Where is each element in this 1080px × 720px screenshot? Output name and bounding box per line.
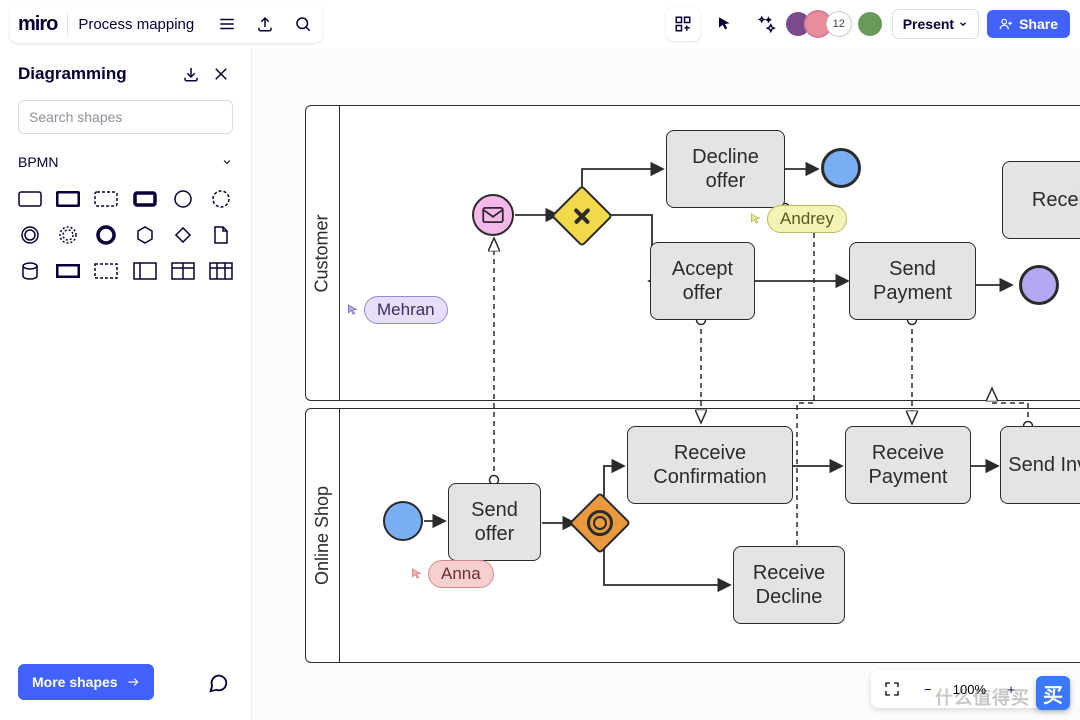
task-receive-confirmation[interactable]: Receive Confirmation <box>627 426 793 504</box>
shape-palette <box>0 176 251 294</box>
panel-title: Diagramming <box>18 64 173 84</box>
shape-subprocess[interactable] <box>52 256 84 286</box>
arrow-right-icon <box>126 675 140 689</box>
task-receive-payment[interactable]: Receive Payment <box>845 426 971 504</box>
shape-circle[interactable] <box>167 184 199 214</box>
avatar-more-count[interactable]: 12 <box>826 11 852 37</box>
task-send-payment[interactable]: Send Payment <box>849 242 976 320</box>
shape-table-2[interactable] <box>167 256 199 286</box>
zoom-in-button[interactable]: + <box>996 674 1026 704</box>
shape-rect-bold[interactable] <box>52 184 84 214</box>
share-label: Share <box>1019 16 1058 32</box>
task-receive-decline[interactable]: Receive Decline <box>733 546 845 624</box>
search-shapes-input[interactable]: Search shapes <box>18 100 233 134</box>
apps-icon[interactable] <box>666 7 700 41</box>
pool-label-shop: Online Shop <box>306 409 340 662</box>
shape-rect[interactable] <box>14 184 46 214</box>
shape-subprocess-dashed[interactable] <box>90 256 122 286</box>
shape-circle-dashed[interactable] <box>205 184 237 214</box>
corner-badge[interactable]: 买 <box>1036 676 1070 710</box>
search-icon[interactable] <box>286 7 320 41</box>
cursor-label: Anna <box>428 560 494 588</box>
canvas[interactable]: Customer Online Shop <box>252 48 1080 720</box>
top-bar: miro Process mapping 12 Present Share <box>0 0 1080 48</box>
intermediate-event-purple[interactable] <box>1019 265 1059 305</box>
chevron-down-icon <box>958 19 968 29</box>
more-shapes-label: More shapes <box>32 674 118 690</box>
close-icon[interactable] <box>209 62 233 86</box>
diagramming-panel: Diagramming Search shapes BPMN More shap… <box>0 48 252 720</box>
cursor-mehran: Mehran <box>346 296 448 324</box>
share-button[interactable]: Share <box>987 10 1070 38</box>
task-decline-offer[interactable]: Decline offer <box>666 130 785 208</box>
gateway-exclusive[interactable] <box>560 194 604 238</box>
task-send-offer[interactable]: Send offer <box>448 483 541 561</box>
shape-ring[interactable] <box>90 220 122 250</box>
pool-label-customer: Customer <box>306 106 340 400</box>
task-accept-offer[interactable]: Accept offer <box>650 242 755 320</box>
collaborator-avatars[interactable]: 12 <box>792 10 884 38</box>
cursor-anna: Anna <box>410 560 494 588</box>
cursor-icon <box>410 567 424 581</box>
end-event-blue[interactable] <box>821 148 861 188</box>
shape-subprocess-left[interactable] <box>129 256 161 286</box>
task-receive-top[interactable]: Receiv <box>1002 161 1080 239</box>
shape-rect-dashed[interactable] <box>90 184 122 214</box>
zoom-out-button[interactable]: − <box>913 674 943 704</box>
export-icon[interactable] <box>248 7 282 41</box>
category-bpmn[interactable]: BPMN <box>0 148 251 176</box>
cursor-label: Mehran <box>364 296 448 324</box>
import-icon[interactable] <box>179 62 203 86</box>
menu-icon[interactable] <box>210 7 244 41</box>
miro-logo[interactable]: miro <box>12 13 63 36</box>
message-start-event[interactable] <box>472 194 514 236</box>
gateway-event-based[interactable] <box>578 501 622 545</box>
category-label: BPMN <box>18 154 221 170</box>
shape-diamond[interactable] <box>167 220 199 250</box>
zoom-level[interactable]: 100% <box>949 682 990 697</box>
chevron-down-icon <box>221 156 233 168</box>
shape-double-circle[interactable] <box>14 220 46 250</box>
cursor-icon <box>749 212 763 226</box>
cursor-label: Andrey <box>767 205 847 233</box>
comments-icon[interactable] <box>203 668 233 698</box>
start-event-blue[interactable] <box>383 501 423 541</box>
top-right: 12 Present Share <box>666 7 1070 41</box>
present-label: Present <box>903 16 954 32</box>
envelope-icon <box>482 207 504 223</box>
shape-hexagon[interactable] <box>129 220 161 250</box>
shape-document[interactable] <box>205 220 237 250</box>
fit-icon[interactable] <box>877 674 907 704</box>
cursor-icon[interactable] <box>708 7 742 41</box>
person-plus-icon <box>999 17 1013 31</box>
present-button[interactable]: Present <box>892 9 979 39</box>
board-chip: miro Process mapping <box>10 5 322 43</box>
shape-rect-thick[interactable] <box>129 184 161 214</box>
more-shapes-button[interactable]: More shapes <box>18 664 154 700</box>
magic-icon[interactable] <box>750 7 784 41</box>
task-send-invoice[interactable]: Send Invoic <box>1000 426 1080 504</box>
shape-double-circle-dashed[interactable] <box>52 220 84 250</box>
board-name[interactable]: Process mapping <box>67 12 204 37</box>
avatar[interactable] <box>856 10 884 38</box>
cursor-andrey: Andrey <box>749 205 847 233</box>
shape-datastore[interactable] <box>14 256 46 286</box>
shape-table-3[interactable] <box>205 256 237 286</box>
cursor-icon <box>346 303 360 317</box>
